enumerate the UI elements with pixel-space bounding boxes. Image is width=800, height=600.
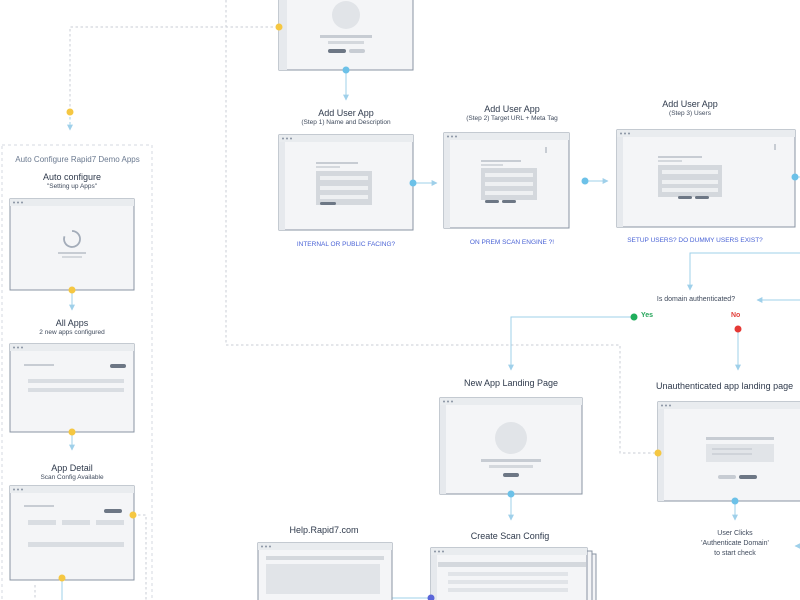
dot-step3-out [791,173,799,181]
help-site-wireframe [257,542,393,600]
dot-unauth-in [654,449,662,457]
auto-configure-subtitle: "Setting up Apps" [46,183,98,190]
step3-question: SETUP USERS? DO DUMMY USERS EXIST? [627,237,763,244]
decision-yes-label: Yes [641,312,654,319]
dot-step1-out [409,179,417,187]
new-app-landing-wireframe [439,397,583,495]
top-screen-wireframe [278,0,414,71]
decision-question: Is domain authenticated? [656,296,736,303]
step1-screen-wireframe [278,134,414,231]
step2-title: Add User App [484,104,540,114]
dot-top-screen-bottom [342,66,350,74]
step3-subtitle: (Step 3) Users [669,110,711,117]
dot-detail-bottom [58,574,66,582]
step3-screen-wireframe [616,129,796,228]
decision-no-label: No [731,312,741,319]
create-scan-config-title: Create Scan Config [470,531,550,541]
dot-auto-out [68,286,76,294]
dot-top-screen-left [275,23,283,31]
connector-to-decision [687,252,800,291]
step3-title: Add User App [662,99,718,109]
connector-yes-branch [508,316,634,371]
create-scan-config-wireframe [430,547,597,600]
dot-detail-right [129,511,137,519]
dot-step2-out [581,177,589,185]
app-detail-subtitle: Scan Config Available [40,474,104,481]
user-clicks-line3: to start check [714,550,756,557]
all-apps-wireframe [9,343,135,433]
unauth-landing-title: Unauthenticated app landing page [656,381,794,391]
step1-title: Add User App [318,108,374,118]
dot-lane-entry [66,108,74,116]
step1-question: INTERNAL OR PUBLIC FACING? [296,241,396,248]
app-detail-wireframe [9,485,135,581]
step2-screen-wireframe [443,132,570,229]
lane-title: Auto Configure Rapid7 Demo Apps [15,155,140,164]
step2-subtitle: (Step 2) Target URL + Meta Tag [466,115,558,122]
all-apps-title: All Apps [55,318,89,328]
dot-unauth-out [731,497,739,505]
dot-no [734,325,742,333]
step2-question: ON PREM SCAN ENGINE ?! [469,239,555,246]
dot-yes [630,313,638,321]
help-site-title: Help.Rapid7.com [289,525,359,535]
auto-configure-title: Auto configure [42,172,102,182]
all-apps-subtitle: 2 new apps configured [39,329,105,336]
user-clicks-line1: User Clicks [717,530,753,537]
dot-all-apps-out [68,428,76,436]
dot-landing-out [507,490,515,498]
auto-configure-wireframe [9,198,135,291]
new-app-landing-title: New App Landing Page [463,378,559,388]
unauth-landing-wireframe [657,401,800,502]
app-detail-title: App Detail [51,463,93,473]
dashed-connectors [67,0,655,600]
step1-subtitle: (Step 1) Name and Description [301,119,391,126]
user-clicks-line2: 'Authenticate Domain' [701,540,769,547]
